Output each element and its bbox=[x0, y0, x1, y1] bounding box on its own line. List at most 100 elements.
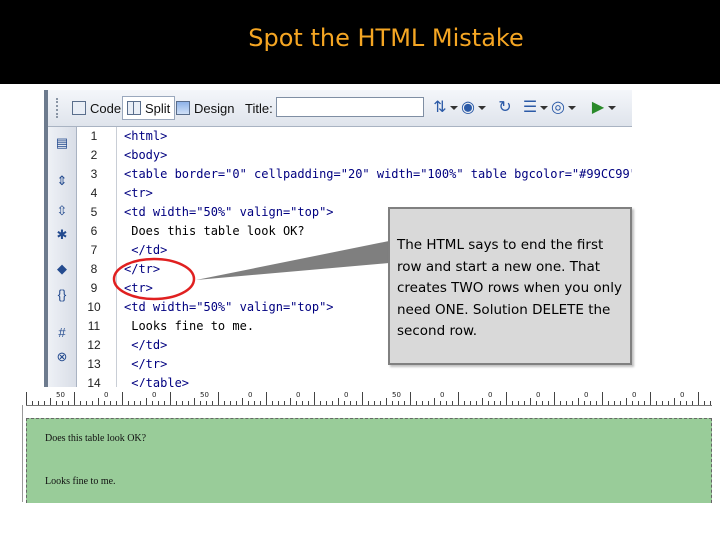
ruler-tick bbox=[656, 401, 657, 405]
ruler-tick bbox=[674, 398, 675, 405]
ruler-tick bbox=[164, 401, 165, 405]
ruler-tick bbox=[80, 401, 81, 405]
ruler-tick bbox=[374, 401, 375, 405]
ruler-tick bbox=[158, 401, 159, 405]
ruler-tick bbox=[212, 401, 213, 405]
code-line[interactable]: </tr> bbox=[124, 262, 160, 276]
ruler-tick bbox=[542, 401, 543, 405]
ruler-tick bbox=[170, 392, 171, 405]
ruler-tick bbox=[512, 401, 513, 405]
ruler-tick bbox=[548, 401, 549, 405]
split-view-button[interactable]: Split bbox=[122, 96, 176, 120]
ruler-tick bbox=[92, 401, 93, 405]
vertical-ruler bbox=[6, 405, 23, 502]
ruler-tick bbox=[440, 401, 441, 405]
code-line[interactable]: <td width="50%" valign="top"> bbox=[124, 300, 334, 314]
chevron-down-icon[interactable] bbox=[478, 106, 486, 110]
line-number: 3 bbox=[90, 167, 98, 181]
ruler-tick bbox=[428, 401, 429, 405]
code-line[interactable]: <table border="0" cellpadding="20" width… bbox=[124, 167, 632, 181]
code-line[interactable]: <body> bbox=[124, 148, 167, 162]
ruler-tick bbox=[572, 401, 573, 405]
ruler-tick bbox=[404, 401, 405, 405]
ruler-tick bbox=[488, 401, 489, 405]
ruler-tick bbox=[494, 401, 495, 405]
ruler-tick bbox=[704, 401, 705, 405]
view-options-icon[interactable]: ☰ bbox=[520, 98, 540, 118]
visual-aids-icon[interactable]: ◎ bbox=[548, 98, 568, 118]
ruler-tick bbox=[644, 401, 645, 405]
ruler-number: 0 bbox=[152, 391, 157, 399]
ruler-tick bbox=[500, 401, 501, 405]
ruler-tick bbox=[386, 398, 387, 405]
code-line[interactable]: </tr> bbox=[124, 357, 167, 371]
code-line[interactable]: <html> bbox=[124, 129, 167, 143]
line-number: 8 bbox=[90, 262, 98, 276]
ruler-tick bbox=[332, 401, 333, 405]
ruler-tick bbox=[458, 392, 459, 405]
code-line[interactable]: <tr> bbox=[124, 281, 153, 295]
line-number: 11 bbox=[87, 319, 101, 333]
ruler-tick bbox=[692, 401, 693, 405]
line-number: 5 bbox=[90, 205, 98, 219]
ruler-number: 0 bbox=[632, 391, 637, 399]
ruler-tick bbox=[260, 401, 261, 405]
design-view-button[interactable]: Design bbox=[172, 96, 238, 120]
slide-title: Spot the HTML Mistake bbox=[248, 24, 524, 52]
refresh-icon[interactable]: ↻ bbox=[495, 98, 515, 118]
ruler-tick bbox=[662, 401, 663, 405]
ruler-tick bbox=[596, 401, 597, 405]
code-view-icon bbox=[72, 101, 86, 115]
ruler-number: 0 bbox=[344, 391, 349, 399]
ruler-tick bbox=[110, 401, 111, 405]
ruler-tick bbox=[176, 401, 177, 405]
chevron-down-icon[interactable] bbox=[450, 106, 458, 110]
ruler-tick bbox=[464, 401, 465, 405]
chevron-down-icon[interactable] bbox=[608, 106, 616, 110]
design-view-pane: 50 0 0 50 0 0 0 50 0 0 0 0 0 0 Does this table look O… bbox=[0, 387, 712, 503]
ruler-tick bbox=[224, 401, 225, 405]
code-line[interactable]: <td width="50%" valign="top"> bbox=[124, 205, 334, 219]
ruler-tick bbox=[350, 401, 351, 405]
ruler-tick bbox=[206, 401, 207, 405]
ruler-tick bbox=[524, 401, 525, 405]
ruler-tick bbox=[128, 401, 129, 405]
ruler-tick bbox=[194, 398, 195, 405]
ruler-tick bbox=[278, 401, 279, 405]
code-line[interactable]: <tr> bbox=[124, 186, 153, 200]
toolbar-grip[interactable] bbox=[56, 98, 61, 118]
ruler-tick bbox=[314, 392, 315, 405]
code-line[interactable]: </td> bbox=[124, 338, 167, 352]
code-line[interactable]: Does this table look OK? bbox=[124, 224, 304, 238]
ruler-tick bbox=[272, 401, 273, 405]
ruler-tick bbox=[668, 401, 669, 405]
ruler-tick bbox=[188, 401, 189, 405]
code-view-button[interactable]: Code bbox=[68, 96, 125, 120]
rendered-table[interactable]: Does this table look OK? Looks fine to m… bbox=[26, 418, 712, 503]
code-line[interactable]: Looks fine to me. bbox=[124, 319, 254, 333]
ruler-tick bbox=[134, 401, 135, 405]
ruler-tick bbox=[686, 401, 687, 405]
ruler-tick bbox=[344, 401, 345, 405]
ruler-tick bbox=[338, 398, 339, 405]
ruler-tick bbox=[602, 392, 603, 405]
ruler-number: 0 bbox=[440, 391, 445, 399]
ruler-number: 50 bbox=[392, 391, 401, 399]
validate-icon[interactable]: ▶ bbox=[588, 98, 608, 118]
ruler-tick bbox=[650, 392, 651, 405]
ruler-tick bbox=[422, 401, 423, 405]
line-number: 6 bbox=[90, 224, 98, 238]
ruler-tick bbox=[398, 401, 399, 405]
ruler-tick bbox=[152, 401, 153, 405]
ruler-tick bbox=[182, 401, 183, 405]
ruler-tick bbox=[584, 401, 585, 405]
chevron-down-icon[interactable] bbox=[540, 106, 548, 110]
ruler-tick bbox=[554, 392, 555, 405]
chevron-down-icon[interactable] bbox=[568, 106, 576, 110]
code-line[interactable]: </td> bbox=[124, 243, 167, 257]
ruler-tick bbox=[32, 401, 33, 405]
globe-preview-icon[interactable]: ◉ bbox=[458, 98, 478, 118]
file-transfer-icon[interactable]: ⇅ bbox=[430, 98, 450, 118]
ruler-number: 50 bbox=[200, 391, 209, 399]
title-input[interactable] bbox=[276, 97, 424, 117]
